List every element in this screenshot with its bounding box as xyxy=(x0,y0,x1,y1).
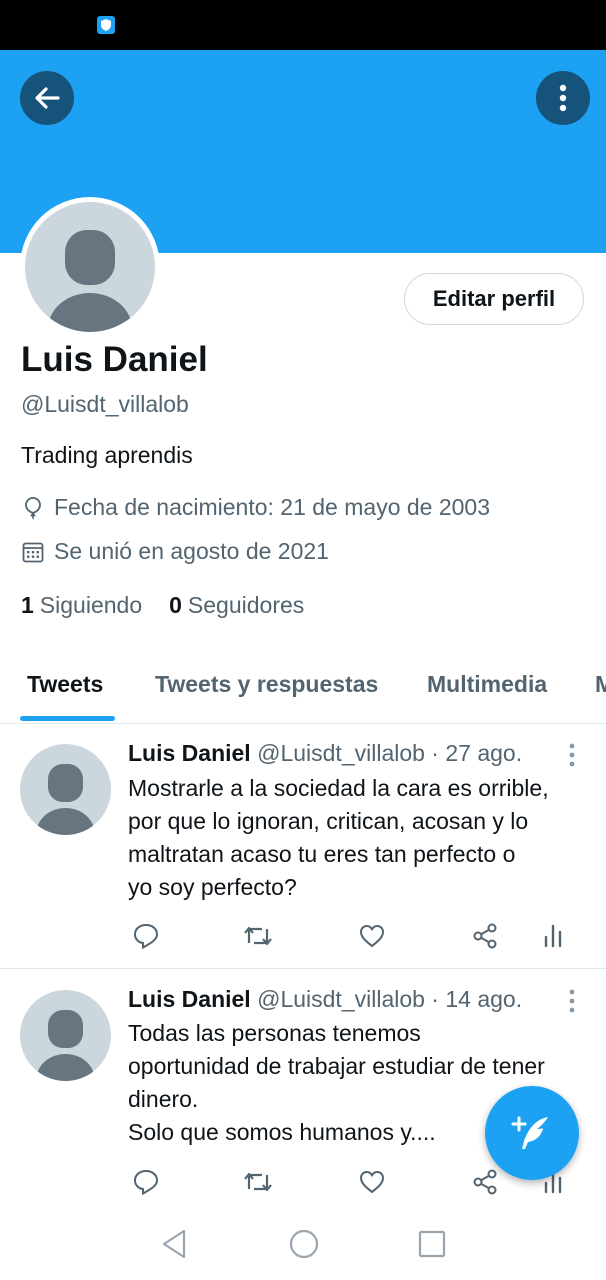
follow-stats: 1 Siguiendo 0 Seguidores xyxy=(21,592,304,619)
nav-recents-icon[interactable] xyxy=(418,1230,446,1258)
tweet-more-icon[interactable] xyxy=(568,743,576,767)
tab-likes[interactable]: M xyxy=(595,656,606,723)
profile-tabs: Tweets Tweets y respuestas Multimedia M xyxy=(0,656,606,724)
default-avatar-icon xyxy=(48,230,132,332)
nav-home-icon[interactable] xyxy=(288,1228,320,1260)
reply-button[interactable] xyxy=(131,1167,161,1197)
joined-text: Se unió en agosto de 2021 xyxy=(54,538,329,564)
followers-label: Seguidores xyxy=(187,592,305,618)
tweet-author-name[interactable]: Luis Daniel xyxy=(128,986,251,1012)
followers-count: 0 xyxy=(169,592,182,618)
arrow-left-icon xyxy=(35,87,60,109)
tab-media[interactable]: Multimedia xyxy=(427,656,547,723)
tweet-more-icon[interactable] xyxy=(568,989,576,1013)
more-options-button[interactable] xyxy=(536,71,590,125)
share-icon xyxy=(473,1169,497,1195)
retweet-button[interactable] xyxy=(243,1167,273,1197)
balloon-icon xyxy=(25,496,41,519)
tweet-avatar[interactable] xyxy=(20,744,111,835)
following-label: Siguiendo xyxy=(39,592,143,618)
compose-tweet-button[interactable] xyxy=(485,1086,579,1180)
retweet-button[interactable] xyxy=(243,921,273,951)
system-navigation-bar xyxy=(0,1208,606,1280)
analytics-button[interactable] xyxy=(538,921,568,951)
tweet-header: Luis Daniel @Luisdt_villalob · 27 ago. xyxy=(128,740,522,767)
default-avatar-icon xyxy=(36,1010,95,1081)
like-button[interactable] xyxy=(357,1167,387,1197)
heart-icon xyxy=(359,924,385,948)
share-button[interactable] xyxy=(470,1167,500,1197)
user-bio: Trading aprendis xyxy=(21,442,193,468)
edit-profile-button[interactable]: Editar perfil xyxy=(404,273,584,325)
share-button[interactable] xyxy=(470,921,500,951)
reply-button[interactable] xyxy=(131,921,161,951)
like-button[interactable] xyxy=(357,921,387,951)
tweet-text: Mostrarle a la sociedad la cara es orrib… xyxy=(128,775,549,900)
tab-tweets-and-replies[interactable]: Tweets y respuestas xyxy=(155,656,378,723)
following-count: 1 xyxy=(21,592,34,618)
tweet-author-name[interactable]: Luis Daniel xyxy=(128,740,251,766)
retweet-icon xyxy=(244,926,272,946)
user-handle: @Luisdt_villalob xyxy=(21,391,189,417)
followers-link[interactable]: 0 Seguidores xyxy=(169,592,304,619)
display-name: Luis Daniel xyxy=(21,340,208,379)
shield-icon xyxy=(97,16,115,34)
calendar-icon xyxy=(22,542,44,562)
following-link[interactable]: 1 Siguiendo xyxy=(21,592,142,619)
reply-icon xyxy=(133,923,159,950)
birthday-text: Fecha de nacimiento: 21 de mayo de 2003 xyxy=(54,494,491,520)
active-tab-indicator xyxy=(20,716,115,721)
profile-avatar[interactable] xyxy=(25,202,155,332)
tab-tweets[interactable]: Tweets xyxy=(27,656,103,723)
reply-icon xyxy=(133,1169,159,1196)
joined-row: Se unió en agosto de 2021 xyxy=(21,538,329,565)
heart-icon xyxy=(359,1170,385,1194)
back-button[interactable] xyxy=(20,71,74,125)
analytics-icon xyxy=(544,924,562,948)
nav-back-icon[interactable] xyxy=(160,1228,188,1260)
default-avatar-icon xyxy=(36,764,95,835)
retweet-icon xyxy=(244,1172,272,1192)
status-bar xyxy=(0,0,606,50)
vertical-dots-icon xyxy=(559,84,567,112)
compose-tweet-icon xyxy=(511,1116,548,1149)
tweet-header: Luis Daniel @Luisdt_villalob · 14 ago. xyxy=(128,986,522,1013)
tweet-handle-date: @Luisdt_villalob · 27 ago. xyxy=(257,740,523,766)
tweet-divider xyxy=(0,968,606,969)
share-icon xyxy=(473,923,497,949)
birthday-row: Fecha de nacimiento: 21 de mayo de 2003 xyxy=(21,494,490,521)
tweet-handle-date: @Luisdt_villalob · 14 ago. xyxy=(257,986,523,1012)
tweet-avatar[interactable] xyxy=(20,990,111,1081)
